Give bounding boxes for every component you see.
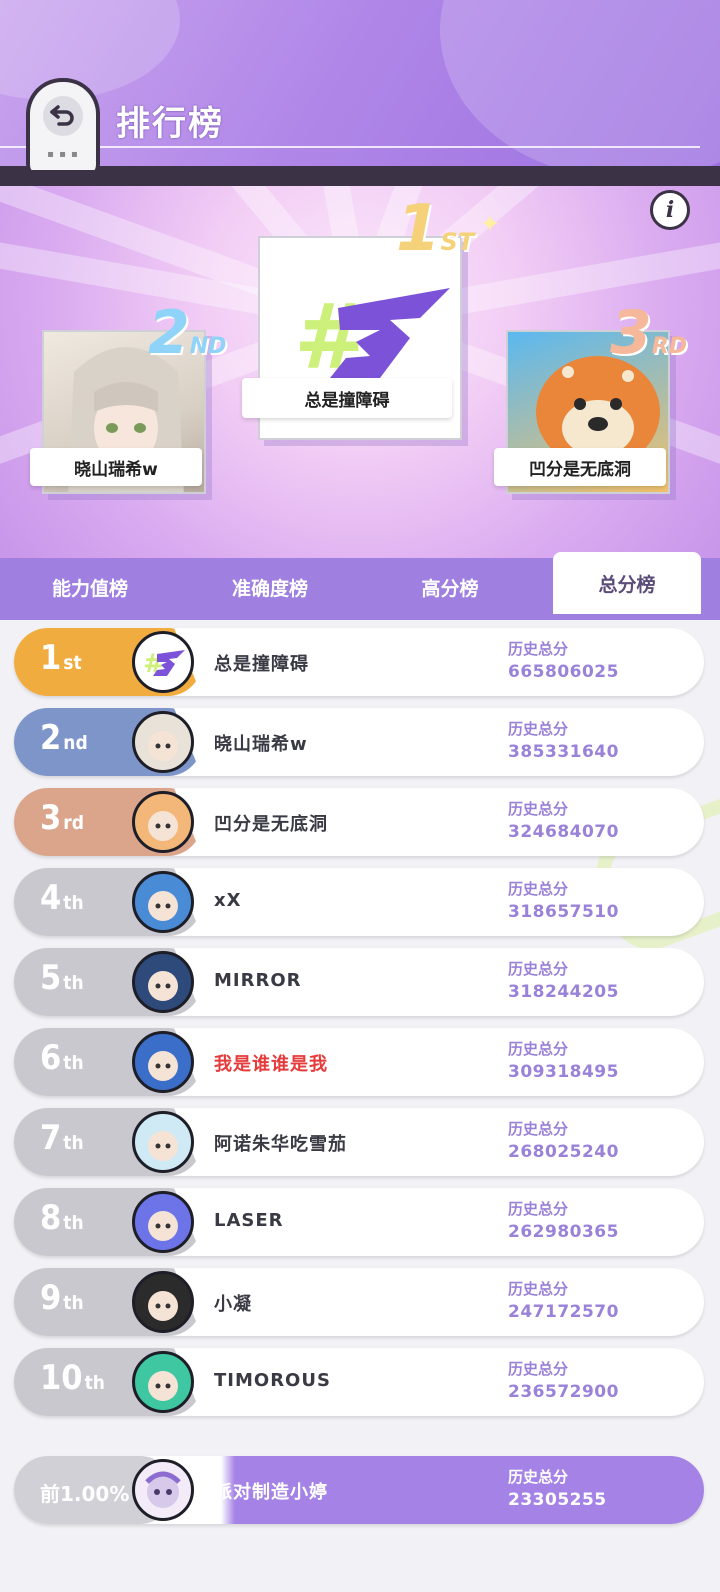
- player-score: 268025240: [508, 1142, 619, 1162]
- my-avatar: [132, 1459, 194, 1521]
- podium-first[interactable]: # 1ST ✦ ✦ 总是撞障碍: [242, 192, 500, 442]
- score-label: 历史总分: [508, 640, 569, 658]
- podium-first-rank: 1ST: [396, 192, 475, 266]
- leaderboard-row[interactable]: 4th xX 历史总分 318657510: [14, 868, 704, 936]
- podium-second-name: 晓山瑞希w: [30, 448, 202, 486]
- player-avatar: [132, 711, 194, 773]
- player-score: 318657510: [508, 902, 619, 922]
- player-name: LASER: [214, 1210, 284, 1231]
- leaderboard-row[interactable]: 2nd 晓山瑞希w 历史总分 385331640: [14, 708, 704, 776]
- player-name: 凹分是无底洞: [214, 814, 328, 835]
- leaderboard-row[interactable]: 6th 我是谁谁是我 历史总分 309318495: [14, 1028, 704, 1096]
- score-label: 历史总分: [508, 1280, 569, 1298]
- player-name: 我是谁谁是我: [214, 1054, 328, 1075]
- rank-number: 8th: [40, 1198, 84, 1238]
- leaderboard-tabs: 能力值榜 准确度榜 高分榜 总分榜: [0, 552, 720, 620]
- player-avatar: [132, 1031, 194, 1093]
- rank-number: 6th: [40, 1038, 84, 1078]
- tab-high-score[interactable]: 高分榜: [360, 558, 540, 616]
- player-name: 小凝: [214, 1294, 252, 1315]
- podium-third-rank: 3RD: [610, 298, 687, 368]
- header-bar: ▪ ▪ ▪ 排行榜: [0, 0, 720, 186]
- player-score: 262980365: [508, 1222, 619, 1242]
- player-score: 385331640: [508, 742, 619, 762]
- podium-first-name: 总是撞障碍: [242, 378, 452, 418]
- player-avatar: [132, 1271, 194, 1333]
- player-name: 晓山瑞希w: [214, 734, 308, 755]
- leaderboard-row[interactable]: 1st # 总是撞障碍 历史总分 665806025: [14, 628, 704, 696]
- leaderboard-row[interactable]: 5th MIRROR 历史总分 318244205: [14, 948, 704, 1016]
- header-divider: [0, 146, 700, 148]
- score-label: 历史总分: [508, 880, 569, 898]
- leaderboard-row[interactable]: 9th 小凝 历史总分 247172570: [14, 1268, 704, 1336]
- score-label: 历史总分: [508, 960, 569, 978]
- leaderboard-row[interactable]: 3rd 凹分是无底洞 历史总分 324684070: [14, 788, 704, 856]
- info-button[interactable]: i: [650, 190, 690, 230]
- header-decoration: [440, 0, 720, 180]
- player-avatar: [132, 1111, 194, 1173]
- podium-section: i 2ND 晓山瑞希w # 1ST ✦ 总是撞障碍 3RD 凹分是无底洞: [0, 186, 720, 558]
- player-score: 236572900: [508, 1382, 619, 1402]
- score-label: 历史总分: [508, 1120, 569, 1138]
- player-score: 665806025: [508, 662, 619, 682]
- score-label: 历史总分: [508, 1040, 569, 1058]
- leaderboard-list: 1st # 总是撞障碍 历史总分 665806025 2nd 晓山瑞希w 历史总分 385331…: [0, 620, 720, 1592]
- tab-accuracy[interactable]: 准确度榜: [180, 558, 360, 616]
- my-rank-row[interactable]: 前1.00% 派对制造小婷 历史总分 23305255: [14, 1456, 704, 1524]
- my-rank-percent: 前1.00%: [40, 1482, 130, 1506]
- player-score: 318244205: [508, 982, 619, 1002]
- leaderboard-row[interactable]: 8th LASER 历史总分 262980365: [14, 1188, 704, 1256]
- rank-number: 4th: [40, 878, 84, 918]
- score-label: 历史总分: [508, 1200, 569, 1218]
- rank-number: 7th: [40, 1118, 84, 1158]
- leaderboard-row[interactable]: 7th 阿诺朱华吃雪茄 历史总分 268025240: [14, 1108, 704, 1176]
- tab-ability[interactable]: 能力值榜: [0, 558, 180, 616]
- player-score: 309318495: [508, 1062, 619, 1082]
- player-avatar: [132, 791, 194, 853]
- my-score-label: 历史总分: [508, 1468, 569, 1486]
- score-label: 历史总分: [508, 1360, 569, 1378]
- player-avatar: #: [132, 631, 194, 693]
- score-label: 历史总分: [508, 720, 569, 738]
- podium-third[interactable]: 3RD 凹分是无底洞: [494, 298, 687, 506]
- rank-number: 5th: [40, 958, 84, 998]
- rank-number: 3rd: [40, 798, 84, 838]
- player-name: xX: [214, 890, 242, 911]
- player-avatar: [132, 871, 194, 933]
- rank-number: 9th: [40, 1278, 84, 1318]
- player-name: MIRROR: [214, 970, 302, 991]
- player-name: 总是撞障碍: [214, 654, 309, 675]
- player-score: 324684070: [508, 822, 619, 842]
- back-arrow-icon: [43, 96, 83, 136]
- score-label: 历史总分: [508, 800, 569, 818]
- player-name: 阿诺朱华吃雪茄: [214, 1134, 347, 1155]
- podium-second[interactable]: 2ND 晓山瑞希w: [30, 298, 226, 500]
- podium-third-name: 凹分是无底洞: [494, 448, 666, 486]
- player-avatar: [132, 951, 194, 1013]
- my-score: 23305255: [508, 1490, 607, 1510]
- back-button-dots: ▪ ▪ ▪: [47, 149, 79, 160]
- rank-number: 10th: [40, 1358, 105, 1398]
- player-score: 247172570: [508, 1302, 619, 1322]
- player-avatar: [132, 1191, 194, 1253]
- my-player-name: 派对制造小婷: [214, 1482, 328, 1503]
- player-name: TIMOROUS: [214, 1370, 331, 1391]
- back-button[interactable]: ▪ ▪ ▪: [26, 78, 100, 170]
- page-title: 排行榜: [116, 104, 224, 144]
- rank-number: 2nd: [40, 718, 88, 758]
- header-bottom-stripe: [0, 166, 720, 186]
- leaderboard-row[interactable]: 10th TIMOROUS 历史总分 236572900: [14, 1348, 704, 1416]
- rank-number: 1st: [40, 638, 82, 678]
- player-avatar: [132, 1351, 194, 1413]
- podium-second-rank: 2ND: [148, 298, 227, 368]
- tab-total-score[interactable]: 总分榜: [553, 552, 701, 614]
- header-decoration: [0, 0, 180, 100]
- sparkle-icon: ✦: [480, 210, 501, 238]
